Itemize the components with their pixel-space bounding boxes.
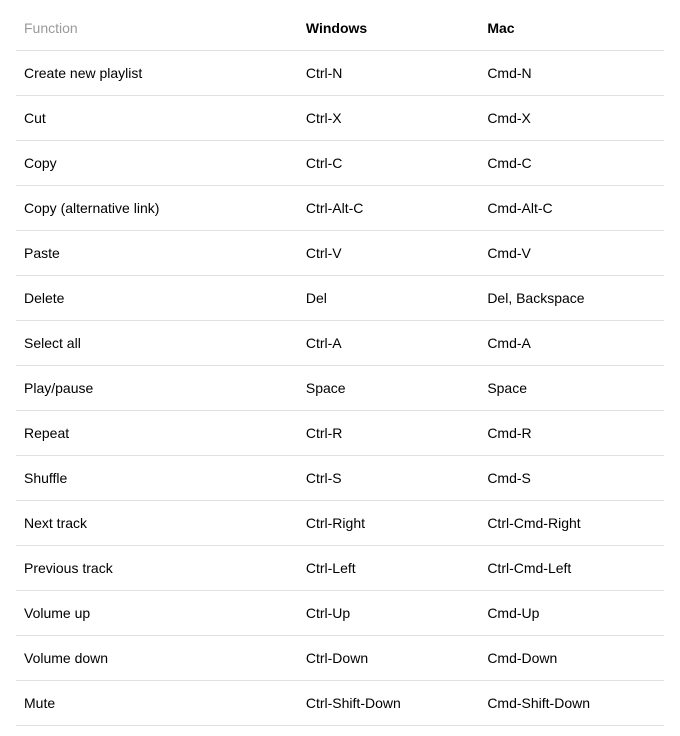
cell-windows: Ctrl-R [298, 411, 479, 456]
table-row: CutCtrl-XCmd-X [16, 96, 664, 141]
header-windows: Windows [298, 10, 479, 51]
cell-function: Next track [16, 501, 298, 546]
table-row: MuteCtrl-Shift-DownCmd-Shift-Down [16, 681, 664, 726]
cell-mac: Ctrl-Cmd-Left [479, 546, 664, 591]
table-row: ShuffleCtrl-SCmd-S [16, 456, 664, 501]
cell-function: Volume down [16, 636, 298, 681]
table-row: DeleteDelDel, Backspace [16, 276, 664, 321]
table-row: Select allCtrl-ACmd-A [16, 321, 664, 366]
cell-windows: Ctrl-A [298, 321, 479, 366]
cell-windows: Ctrl-S [298, 456, 479, 501]
table-row: Play/pauseSpaceSpace [16, 366, 664, 411]
table-row: Next trackCtrl-RightCtrl-Cmd-Right [16, 501, 664, 546]
cell-windows: Ctrl-Down [298, 636, 479, 681]
cell-function: Copy [16, 141, 298, 186]
cell-mac: Ctrl-Cmd-Right [479, 501, 664, 546]
cell-mac: Cmd-Shift-Down [479, 681, 664, 726]
cell-windows: Ctrl-Shift-Down [298, 681, 479, 726]
cell-mac: Cmd-Alt-C [479, 186, 664, 231]
table-row: Volume downCtrl-DownCmd-Down [16, 636, 664, 681]
cell-windows: Del [298, 276, 479, 321]
cell-function: Previous track [16, 546, 298, 591]
cell-function: Repeat [16, 411, 298, 456]
cell-windows: Ctrl-Up [298, 591, 479, 636]
shortcuts-table: Function Windows Mac Create new playlist… [16, 10, 664, 726]
cell-function: Mute [16, 681, 298, 726]
cell-function: Select all [16, 321, 298, 366]
cell-mac: Cmd-A [479, 321, 664, 366]
table-row: Volume upCtrl-UpCmd-Up [16, 591, 664, 636]
cell-mac: Space [479, 366, 664, 411]
cell-function: Shuffle [16, 456, 298, 501]
table-row: PasteCtrl-VCmd-V [16, 231, 664, 276]
table-row: Create new playlistCtrl-NCmd-N [16, 51, 664, 96]
cell-mac: Cmd-V [479, 231, 664, 276]
cell-function: Play/pause [16, 366, 298, 411]
cell-function: Copy (alternative link) [16, 186, 298, 231]
table-row: RepeatCtrl-RCmd-R [16, 411, 664, 456]
cell-mac: Cmd-S [479, 456, 664, 501]
cell-mac: Cmd-Down [479, 636, 664, 681]
table-body: Create new playlistCtrl-NCmd-NCutCtrl-XC… [16, 51, 664, 726]
cell-windows: Space [298, 366, 479, 411]
cell-mac: Cmd-R [479, 411, 664, 456]
table-header-row: Function Windows Mac [16, 10, 664, 51]
cell-function: Create new playlist [16, 51, 298, 96]
cell-windows: Ctrl-Alt-C [298, 186, 479, 231]
cell-windows: Ctrl-C [298, 141, 479, 186]
cell-function: Cut [16, 96, 298, 141]
table-row: CopyCtrl-CCmd-C [16, 141, 664, 186]
cell-mac: Cmd-X [479, 96, 664, 141]
cell-function: Delete [16, 276, 298, 321]
cell-function: Paste [16, 231, 298, 276]
cell-windows: Ctrl-N [298, 51, 479, 96]
header-function: Function [16, 10, 298, 51]
cell-windows: Ctrl-Right [298, 501, 479, 546]
cell-windows: Ctrl-X [298, 96, 479, 141]
cell-mac: Del, Backspace [479, 276, 664, 321]
cell-mac: Cmd-C [479, 141, 664, 186]
table-row: Previous trackCtrl-LeftCtrl-Cmd-Left [16, 546, 664, 591]
cell-windows: Ctrl-V [298, 231, 479, 276]
cell-mac: Cmd-Up [479, 591, 664, 636]
header-mac: Mac [479, 10, 664, 51]
cell-windows: Ctrl-Left [298, 546, 479, 591]
cell-mac: Cmd-N [479, 51, 664, 96]
cell-function: Volume up [16, 591, 298, 636]
table-row: Copy (alternative link)Ctrl-Alt-CCmd-Alt… [16, 186, 664, 231]
